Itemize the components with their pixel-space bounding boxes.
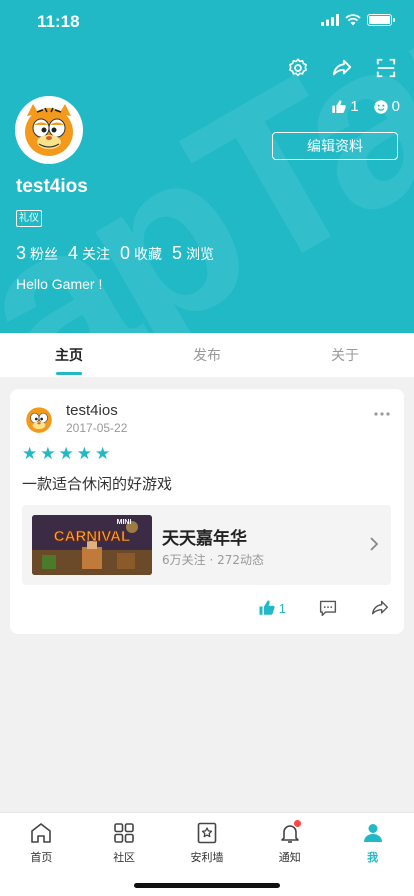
more-dots-icon xyxy=(374,412,390,416)
star-icon: ★ xyxy=(58,444,74,464)
rating-stars: ★ ★ ★ ★ ★ xyxy=(22,446,110,463)
star-icon: ★ xyxy=(40,444,56,464)
user-tag-badge[interactable]: 礼仪 xyxy=(16,210,42,227)
profile-smile-count: 0 xyxy=(391,98,400,115)
stat-followers[interactable]: 3 粉丝 xyxy=(16,243,58,264)
nav-home[interactable]: 首页 xyxy=(0,813,83,896)
tab-posts[interactable]: 发布 xyxy=(138,333,276,377)
share-arrow-icon xyxy=(371,600,389,615)
avatar[interactable] xyxy=(15,96,83,164)
game-card[interactable]: CARNIVAL MINI 天天嘉年华 6万关注 · 272动态 xyxy=(22,505,391,585)
profile-bio: Hello Gamer ! xyxy=(16,276,103,292)
recommend-wall-icon xyxy=(197,822,217,844)
scan-icon xyxy=(376,58,396,78)
smile-icon xyxy=(373,99,388,114)
stat-following[interactable]: 4 关注 xyxy=(68,243,110,264)
status-time: 11:18 xyxy=(37,12,80,31)
tab-about[interactable]: 关于 xyxy=(276,333,414,377)
home-icon xyxy=(31,823,52,843)
wifi-icon xyxy=(345,14,361,26)
game-logo-text: CARNIVAL xyxy=(54,528,130,545)
signal-icon xyxy=(321,14,339,26)
stat-views[interactable]: 5 浏览 xyxy=(172,243,214,264)
like-button[interactable]: 1 xyxy=(258,599,286,617)
profile-likes-count: 1 xyxy=(350,98,359,115)
review-card[interactable]: test4ios 2017-05-22 ★ ★ ★ ★ ★ 一款适合休闲的好游戏… xyxy=(10,389,404,634)
garfield-avatar-image xyxy=(22,402,56,436)
scan-button[interactable] xyxy=(372,54,400,82)
stat-favorites[interactable]: 0 收藏 xyxy=(120,243,162,264)
game-logo-badge: MINI xyxy=(117,519,132,526)
username: test4ios xyxy=(16,176,88,197)
edit-profile-button[interactable]: 编辑资料 xyxy=(272,132,398,160)
gear-icon xyxy=(289,58,307,77)
notification-badge-dot xyxy=(293,820,301,827)
comment-icon xyxy=(319,600,337,617)
profile-tabs: 主页 发布 关于 xyxy=(0,333,414,377)
star-icon: ★ xyxy=(76,444,92,464)
share-post-button[interactable] xyxy=(370,599,390,617)
profile-stats: 3 粉丝 4 关注 0 收藏 5 浏览 xyxy=(16,243,214,264)
profile-likes[interactable]: 1 xyxy=(331,98,359,115)
status-bar: 11:18 xyxy=(0,0,414,44)
profile-header: apTap 11:18 1 0 编辑资料 test4ios 礼仪 3 粉丝 4 … xyxy=(0,0,414,333)
carnival-game-art: CARNIVAL MINI xyxy=(32,515,152,575)
nav-me[interactable]: 我 xyxy=(331,813,414,896)
home-indicator[interactable] xyxy=(134,883,280,888)
post-date: 2017-05-22 xyxy=(66,421,128,435)
profile-icon xyxy=(363,824,382,842)
star-icon: ★ xyxy=(22,444,38,464)
comment-button[interactable] xyxy=(318,599,338,617)
share-arrow-icon xyxy=(332,59,352,76)
battery-icon xyxy=(367,14,395,26)
settings-button[interactable] xyxy=(284,54,312,82)
thumbs-up-icon xyxy=(332,99,347,113)
game-meta: 6万关注 · 272动态 xyxy=(162,553,264,567)
post-author-avatar[interactable] xyxy=(22,402,56,436)
game-thumbnail: CARNIVAL MINI xyxy=(32,515,152,575)
garfield-avatar-image xyxy=(25,104,73,156)
review-text: 一款适合休闲的好游戏 xyxy=(22,475,173,493)
thumbs-up-icon xyxy=(259,600,275,615)
profile-reactions[interactable]: 0 xyxy=(373,98,400,115)
community-grid-icon xyxy=(114,823,134,843)
like-count: 1 xyxy=(278,600,286,616)
post-author-name[interactable]: test4ios xyxy=(66,402,118,419)
share-button[interactable] xyxy=(328,54,356,82)
chevron-right-icon xyxy=(369,536,379,556)
star-icon: ★ xyxy=(95,444,111,464)
game-title: 天天嘉年华 xyxy=(162,529,247,549)
tab-home[interactable]: 主页 xyxy=(0,333,138,377)
more-options-button[interactable] xyxy=(374,409,390,416)
